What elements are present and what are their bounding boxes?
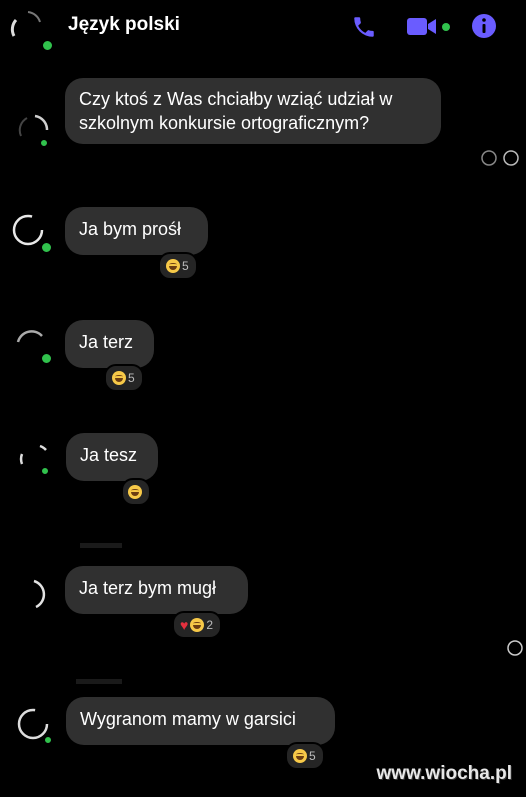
seen-avatar-icon [507, 640, 523, 656]
sender-avatar[interactable] [15, 706, 55, 746]
message-text: Ja terz bym mugł [79, 578, 217, 598]
message-bubble[interactable]: Ja tesz [66, 433, 158, 481]
reaction-count: 5 [128, 371, 135, 385]
reaction-count: 5 [309, 749, 316, 763]
phone-icon[interactable] [351, 14, 377, 40]
reaction-badge[interactable]: 5 [104, 364, 144, 392]
online-indicator [43, 735, 53, 745]
message-bubble[interactable]: Wygranom mamy w garsici [66, 697, 335, 745]
message-text-line: szkolnym konkursie ortograficznym? [79, 113, 370, 133]
avatar-ring-icon [33, 579, 46, 609]
info-icon[interactable] [471, 13, 497, 39]
avatar-ring-icon [10, 11, 41, 37]
chat-header: Język polski [0, 0, 526, 52]
sender-avatar[interactable] [13, 110, 53, 150]
chat-title: Język polski [68, 14, 180, 35]
message-text: Ja tesz [80, 445, 138, 465]
online-indicator [41, 39, 54, 52]
reaction-badge[interactable]: 5 [285, 742, 325, 770]
reaction-badge[interactable] [121, 478, 151, 506]
sender-avatar[interactable] [16, 440, 56, 480]
reaction-count: 2 [206, 618, 213, 632]
laughing-emoji-icon [190, 618, 205, 632]
reaction-count: 5 [182, 259, 189, 273]
online-indicator [40, 241, 53, 254]
group-avatar[interactable] [6, 6, 54, 52]
heart-emoji-icon: ♥ [180, 617, 189, 633]
online-indicator [40, 352, 53, 365]
online-indicator [40, 466, 50, 476]
laughing-emoji-icon [112, 371, 126, 385]
message-text-line: Czy ktoś z Was chciałby wziąć udział w [79, 89, 393, 109]
video-icon[interactable] [406, 14, 450, 40]
seen-avatars-icon [481, 150, 519, 166]
message-bubble[interactable]: Ja terz [65, 320, 154, 368]
sender-avatar[interactable] [10, 212, 53, 254]
message-text: Ja bym prośł [79, 219, 182, 239]
sender-name-faint [80, 543, 122, 548]
sender-avatar[interactable] [10, 575, 50, 615]
reaction-badge[interactable]: 5 [158, 252, 198, 280]
reaction-badge[interactable]: ♥ 2 [172, 611, 222, 639]
sender-name-faint [76, 679, 122, 684]
online-indicator [39, 138, 49, 148]
sender-avatar[interactable] [12, 326, 53, 366]
message-bubble[interactable]: Czy ktoś z Was chciałby wziąć udział w s… [65, 78, 441, 144]
laughing-emoji-icon [293, 749, 307, 763]
watermark: www.wiocha.pl [376, 763, 512, 784]
message-bubble[interactable]: Ja bym prośł [65, 207, 208, 255]
avatar-ring-icon [19, 444, 47, 465]
message-text: Ja terz [79, 332, 134, 352]
message-bubble[interactable]: Ja terz bym mugł [65, 566, 248, 614]
laughing-emoji-icon [166, 259, 180, 273]
message-text: Wygranom mamy w garsici [80, 709, 296, 729]
laughing-emoji-icon [128, 485, 142, 499]
